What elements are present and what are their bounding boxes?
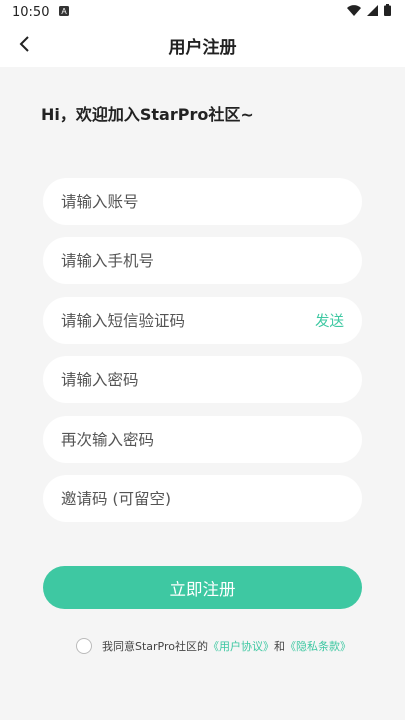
a-icon: A bbox=[59, 5, 70, 20]
phone-field[interactable] bbox=[43, 237, 362, 284]
wifi-icon bbox=[347, 4, 361, 20]
password-field[interactable] bbox=[43, 356, 362, 403]
back-button[interactable] bbox=[10, 32, 38, 60]
agreement-and: 和 bbox=[274, 640, 286, 653]
chevron-left-icon bbox=[18, 35, 30, 57]
agree-checkbox[interactable] bbox=[76, 638, 92, 654]
status-bar: 10:50 A bbox=[0, 0, 405, 24]
greeting-text: Hi，欢迎加入StarPro社区~ bbox=[41, 105, 254, 124]
sms-code-field[interactable]: 发送 bbox=[43, 297, 362, 344]
agreement-row: 我同意StarPro社区的 《用户协议》 和 《隐私条款》 bbox=[76, 638, 351, 654]
app-bar: 用户注册 bbox=[0, 24, 405, 67]
invite-code-input[interactable] bbox=[61, 489, 281, 508]
confirm-password-input[interactable] bbox=[61, 430, 281, 449]
svg-text:A: A bbox=[62, 7, 68, 16]
account-field[interactable] bbox=[43, 178, 362, 225]
invite-code-field[interactable] bbox=[43, 475, 362, 522]
phone-input[interactable] bbox=[61, 251, 281, 270]
battery-icon bbox=[384, 4, 391, 20]
confirm-password-field[interactable] bbox=[43, 416, 362, 463]
register-button[interactable]: 立即注册 bbox=[43, 566, 362, 609]
page-title: 用户注册 bbox=[168, 38, 237, 58]
user-agreement-link[interactable]: 《用户协议》 bbox=[208, 638, 274, 654]
password-input[interactable] bbox=[61, 370, 281, 389]
sms-code-input[interactable] bbox=[61, 311, 281, 330]
status-time: 10:50 bbox=[12, 4, 50, 20]
signal-icon bbox=[367, 4, 378, 20]
account-input[interactable] bbox=[61, 192, 281, 211]
agreement-prefix: 我同意StarPro社区的 bbox=[102, 640, 209, 653]
privacy-policy-link[interactable]: 《隐私条款》 bbox=[285, 638, 351, 654]
send-code-button[interactable]: 发送 bbox=[315, 310, 344, 331]
